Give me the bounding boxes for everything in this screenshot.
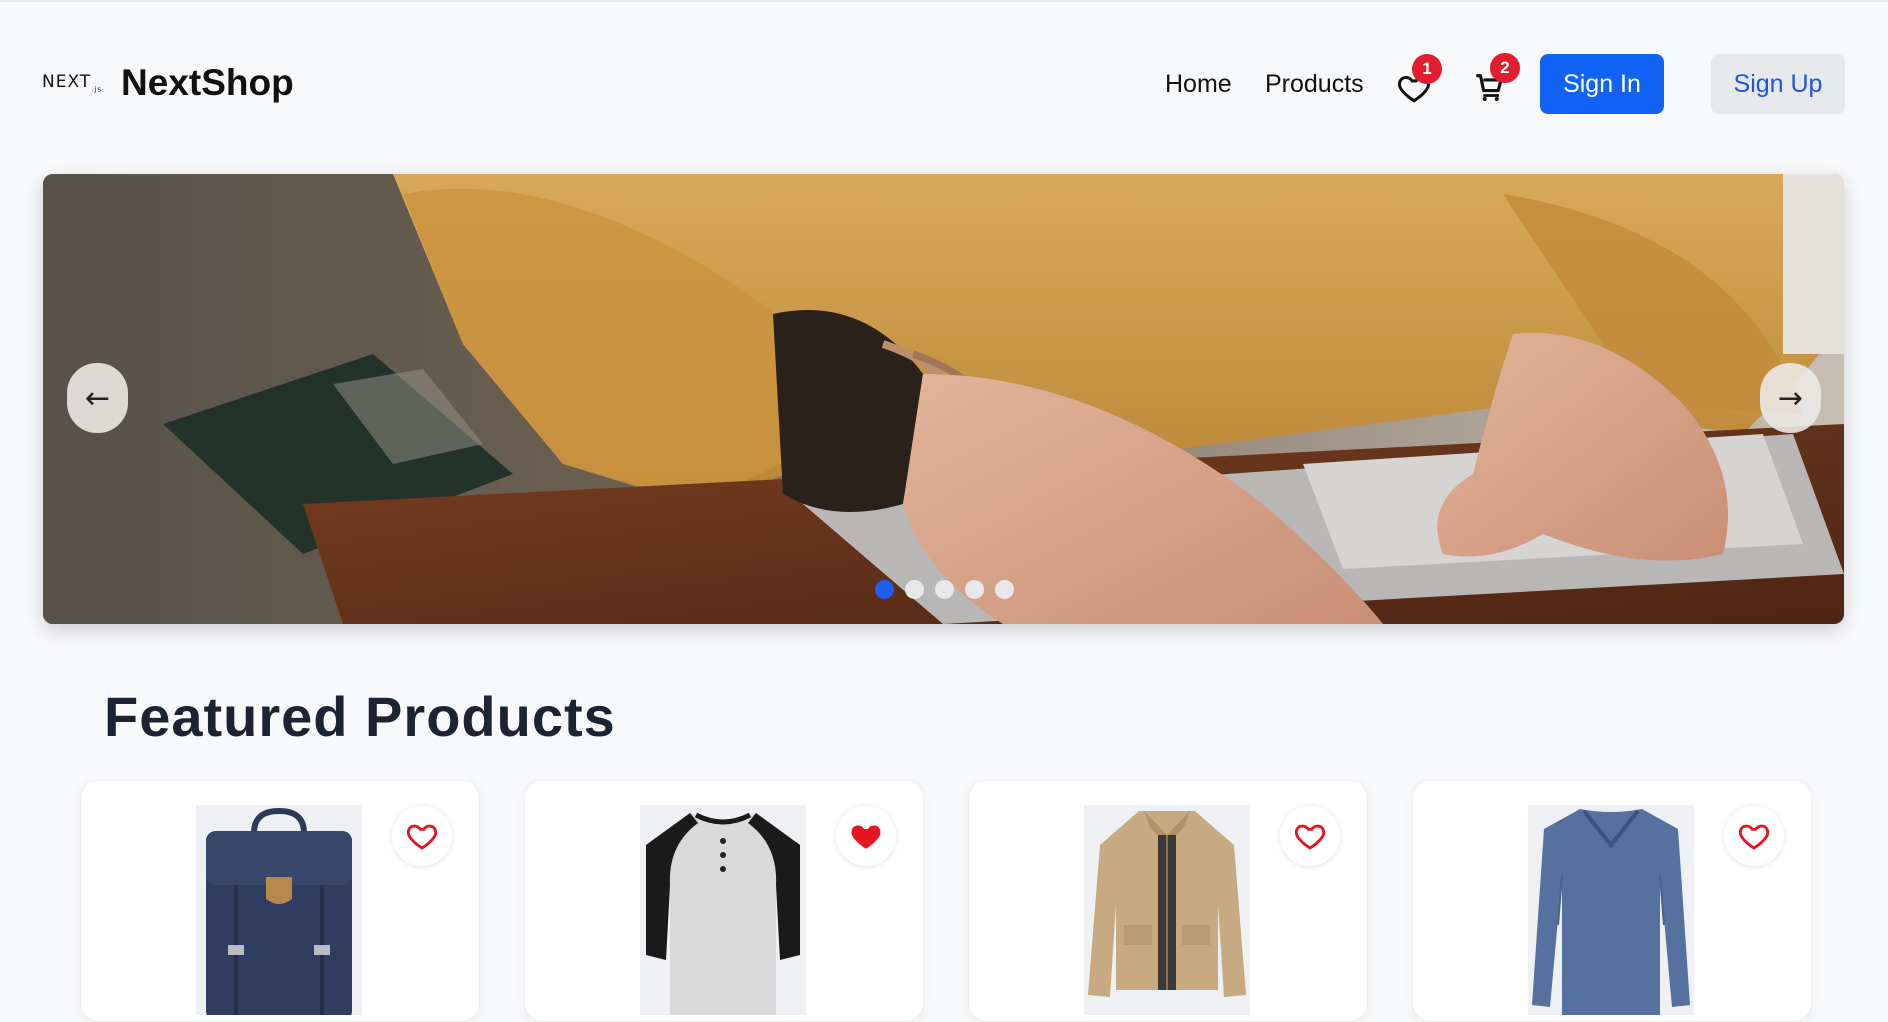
heart-outline-icon: [1294, 824, 1326, 850]
nextjs-logo[interactable]: NEXT.js: [42, 72, 102, 93]
site-header: NEXT.js NextShop Home Products 1 2 Sign …: [0, 2, 1888, 162]
nav-home-link[interactable]: Home: [1165, 70, 1232, 99]
cart-count-badge: 2: [1490, 53, 1520, 83]
favorite-toggle-button[interactable]: [1724, 806, 1784, 866]
arrow-right-icon: →: [1777, 380, 1804, 416]
carousel-dots: [875, 580, 1014, 599]
product-image-backpack[interactable]: [196, 805, 362, 1015]
backpack-image: [196, 805, 362, 1015]
arrow-left-icon: ←: [84, 380, 111, 416]
product-image-longsleeve[interactable]: [1528, 805, 1694, 1015]
carousel-dot-3[interactable]: [935, 580, 954, 599]
wishlist-button[interactable]: 1: [1393, 54, 1442, 108]
product-card[interactable]: [80, 780, 480, 1022]
product-image-jacket[interactable]: [1084, 805, 1250, 1015]
sign-up-button[interactable]: Sign Up: [1711, 54, 1845, 114]
heart-outline-icon: [406, 824, 438, 850]
shirt-image: [640, 805, 806, 1015]
product-card[interactable]: [968, 780, 1368, 1022]
product-image-shirt[interactable]: [640, 805, 806, 1015]
product-card[interactable]: [1412, 780, 1812, 1022]
featured-products-heading: Featured Products: [104, 685, 616, 748]
carousel-dot-2[interactable]: [905, 580, 924, 599]
carousel-prev-button[interactable]: ←: [67, 363, 128, 433]
cart-button[interactable]: 2: [1470, 53, 1520, 106]
hero-slide-image: [43, 174, 1844, 624]
carousel-dot-4[interactable]: [965, 580, 984, 599]
brand-name[interactable]: NextShop: [121, 62, 294, 104]
product-card[interactable]: [524, 780, 924, 1022]
carousel-next-button[interactable]: →: [1760, 363, 1821, 433]
favorite-toggle-button[interactable]: [1280, 806, 1340, 866]
carousel-dot-1[interactable]: [875, 580, 894, 599]
nav-products-link[interactable]: Products: [1265, 70, 1364, 99]
jacket-image: [1084, 805, 1250, 1015]
longsleeve-image: [1528, 805, 1694, 1015]
heart-outline-icon: [1738, 824, 1770, 850]
carousel-dot-5[interactable]: [995, 580, 1014, 599]
favorite-toggle-button[interactable]: [836, 806, 896, 866]
hero-carousel: ← →: [43, 174, 1844, 624]
sign-in-button[interactable]: Sign In: [1540, 54, 1664, 114]
heart-filled-icon: [851, 825, 881, 849]
wishlist-count-badge: 1: [1412, 54, 1442, 84]
favorite-toggle-button[interactable]: [392, 806, 452, 866]
